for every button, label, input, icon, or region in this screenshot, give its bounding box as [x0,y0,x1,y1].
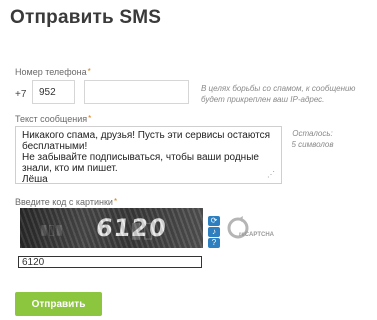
captcha-image: ▮▯▮ 6120 ▮▯ [20,208,203,248]
help-captcha-icon[interactable]: ? [208,238,220,248]
captcha-noise-overlay [20,208,203,248]
phone-label: Номер телефона* [15,67,91,77]
message-label-text: Текст сообщения [15,114,88,124]
refresh-captcha-icon[interactable]: ⟳ [208,216,220,226]
required-mark: * [88,114,92,123]
remaining-chars: Осталось: 5 символов [291,129,334,149]
recaptcha-logo-icon: reCAPTCHA [227,216,275,239]
phone-number-field[interactable] [84,80,189,104]
recaptcha-logo-text: reCAPTCHA [239,232,275,238]
required-mark: * [87,67,91,76]
page-title: Отправить SMS [10,7,162,28]
operator-code-field[interactable] [32,80,75,104]
audio-captcha-icon[interactable]: ♪ [208,227,220,237]
required-mark: * [113,197,118,206]
country-code-prefix: +7 [15,89,27,100]
resize-grip-icon[interactable]: ⋰ [267,170,275,179]
message-label: Текст сообщения* [15,114,91,124]
captcha-label: Введите код с картинки* [15,197,117,207]
message-textarea[interactable]: Никакого спама, друзья! Пусть эти сервис… [15,126,282,184]
captcha-input[interactable] [18,256,202,268]
phone-label-text: Номер телефона [15,67,87,77]
ip-hint: В целях борьбы со спамом, к сообщению бу… [201,84,356,104]
captcha-label-text: Введите код с картинки [15,197,113,207]
send-button[interactable]: Отправить [15,292,102,316]
